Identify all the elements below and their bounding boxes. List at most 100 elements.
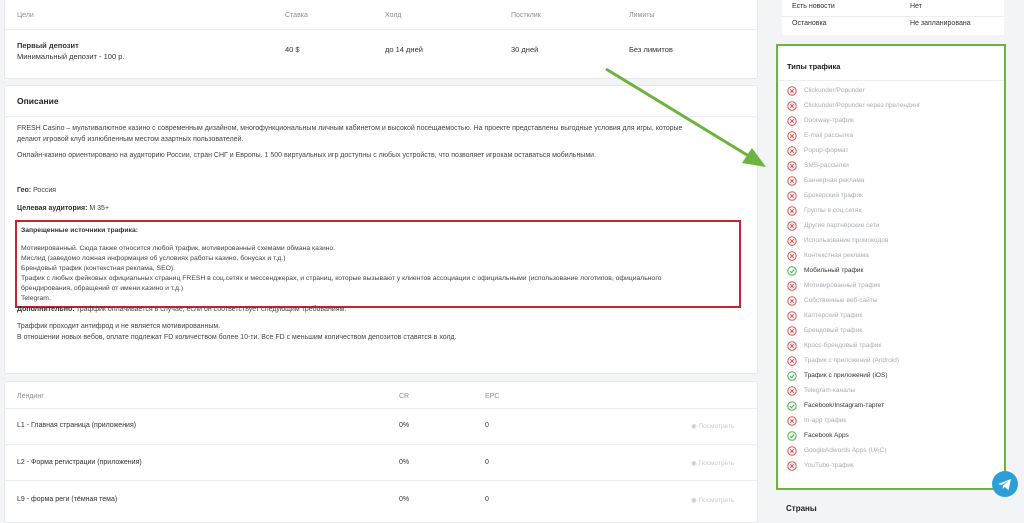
description-title: Описание (17, 96, 59, 106)
landing-epc: 0 (485, 422, 489, 429)
landings-header-epc: EPC (485, 393, 500, 400)
geo-line: Гео: Россия (17, 185, 737, 197)
traffic-type-label: Трафик с приложений (iOS) (804, 372, 888, 379)
extra-value: траффик оплачивается в случае, если он с… (74, 306, 347, 313)
goals-header-hold: Холд (385, 12, 402, 19)
traffic-types-title: Типы трафика (787, 62, 841, 71)
landing-name: L9 - форма реги (тёмная тема) (17, 496, 118, 503)
divider (5, 408, 757, 409)
x-circle-icon (787, 131, 797, 141)
geo-label: Гео: (17, 187, 32, 194)
x-circle-icon (787, 251, 797, 261)
check-circle-icon (787, 266, 797, 276)
landings-table: Лендинг CR EPC L1 - Главная страница (пр… (4, 381, 758, 523)
x-circle-icon (787, 116, 797, 126)
forbidden-line: Мотивированный. Сюда также относится люб… (21, 245, 336, 252)
audience-line: Целевая аудитория: М 35+ (17, 203, 737, 215)
telegram-chat-button[interactable] (992, 471, 1018, 497)
landing-epc: 0 (485, 459, 489, 466)
traffic-type-label: Doorway-трафик (804, 117, 854, 124)
x-circle-icon (787, 416, 797, 426)
traffic-type-label: Трафик с приложений (Android) (804, 357, 900, 364)
news-label: Есть новости (792, 3, 835, 10)
view-label: Посмотреть (698, 423, 735, 430)
sidebar: Есть новости Нет Остановка Не запланиров… (772, 0, 1012, 513)
x-circle-icon (787, 236, 797, 246)
traffic-type-label: Каптерский трафик (804, 312, 863, 319)
traffic-type-label: YouTube-трафик (804, 462, 854, 469)
landing-cr: 0% (399, 496, 410, 503)
landing-cr: 0% (399, 459, 410, 466)
divider (5, 116, 757, 117)
traffic-type-label: Баннерная реклама (804, 177, 865, 184)
goals-header-rate: Ставка (285, 12, 308, 19)
traffic-type-label: GoogleAdwords Apps (UAC) (804, 447, 887, 454)
traffic-type-label: Мотивированный трафик (804, 282, 881, 289)
traffic-type-label: Брокерский трафик (804, 192, 863, 199)
goal-rate: 40 $ (285, 45, 300, 54)
x-circle-icon (787, 221, 797, 231)
goal-hold: до 14 дней (385, 45, 423, 54)
landing-name: L2 - Форма регистрации (приложения) (17, 459, 142, 466)
traffic-type-label: Clickunder/Popunder (804, 87, 865, 94)
x-circle-icon (787, 146, 797, 156)
traffic-type-label: Другие партнёрские сети (804, 222, 880, 229)
landing-epc: 0 (485, 496, 489, 503)
forbidden-title: Запрещенные источники трафика: (21, 227, 138, 234)
forbidden-sources-highlight: Запрещенные источники трафика: Мотивиров… (15, 220, 741, 308)
x-circle-icon (787, 161, 797, 171)
stop-label: Остановка (792, 20, 827, 27)
stop-value: Не запланирована (910, 20, 971, 27)
check-circle-icon (787, 431, 797, 441)
x-circle-icon (787, 461, 797, 471)
view-landing-button[interactable]: ◉ Посмотреть (691, 496, 734, 504)
traffic-type-label: Контекстная реклама (804, 252, 869, 259)
traffic-type-label: Кросс-брендовый трафик (804, 342, 882, 349)
view-landing-button[interactable]: ◉ Посмотреть (691, 459, 734, 467)
x-circle-icon (787, 176, 797, 186)
goal-postclick: 30 дней (511, 45, 539, 54)
forbidden-line: Трафик с любых фейковых официальных стра… (21, 275, 662, 282)
forbidden-line: Мислид (заведомо ложная информация об ус… (21, 255, 286, 262)
goals-header-goal: Цели (17, 12, 34, 19)
check-circle-icon (787, 401, 797, 411)
traffic-type-label: Мобильный трафик (804, 267, 864, 274)
offer-info: Есть новости Нет Остановка Не запланиров… (782, 0, 1004, 35)
divider (778, 80, 1004, 81)
x-circle-icon (787, 206, 797, 216)
description-card: Описание FRESH Casino – мультивалютное к… (4, 85, 758, 374)
traffic-type-label: Facebook Apps (804, 432, 849, 439)
check-circle-icon (787, 371, 797, 381)
traffic-type-label: E-mail рассылка (804, 132, 854, 139)
audience-label: Целевая аудитория: (17, 205, 88, 212)
landing-cr: 0% (399, 422, 410, 429)
traffic-type-label: Использование промокодов (804, 237, 889, 244)
view-landing-button[interactable]: ◉ Посмотреть (691, 422, 734, 430)
traffic-type-label: Telegram-каналы (804, 387, 856, 394)
x-circle-icon (787, 326, 797, 336)
divider (5, 29, 757, 30)
goals-header-limits: Лимиты (629, 12, 655, 19)
telegram-icon (998, 479, 1011, 490)
x-circle-icon (787, 356, 797, 366)
divider (5, 480, 757, 481)
landings-header-cr: CR (399, 393, 410, 400)
goal-limits: Без лимитов (629, 45, 673, 54)
x-circle-icon (787, 296, 797, 306)
x-circle-icon (787, 311, 797, 321)
traffic-types-card: Типы трафика Clickunder/Popunder Clickund… (776, 44, 1006, 490)
countries-title: Страны (786, 504, 817, 513)
traffic-type-label: Clickunder/Popunder через прелендинг (804, 102, 921, 109)
forbidden-line: Telegram. (21, 295, 51, 302)
traffic-type-label: Брендовый трафик (804, 327, 863, 334)
traffic-type-label: SMS-рассылки (804, 162, 849, 169)
forbidden-line: Брендовый трафик (контекстная реклама, S… (21, 265, 176, 272)
description-p2: Онлайн-казино ориентировано на аудиторию… (17, 152, 597, 159)
landings-header-name: Лендинг (17, 393, 44, 400)
geo-value: Россия (31, 187, 57, 194)
x-circle-icon (787, 101, 797, 111)
x-circle-icon (787, 86, 797, 96)
traffic-type-label: Popup-формат (804, 147, 849, 154)
audience-value: М 35+ (87, 205, 110, 212)
goals-table: Цели Ставка Холд Постклик Лимиты Первый … (4, 0, 758, 79)
